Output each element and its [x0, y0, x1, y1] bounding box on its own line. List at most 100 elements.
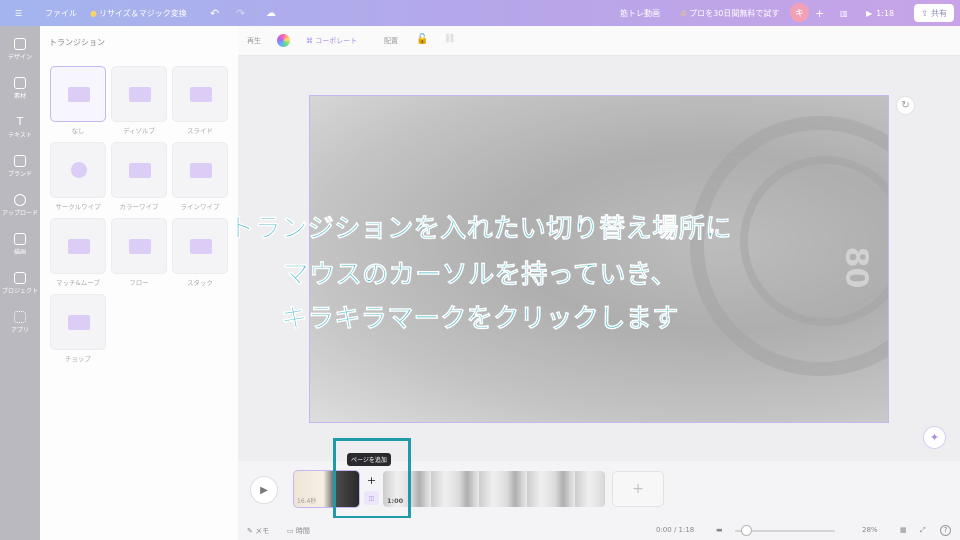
panel-title: トランジション: [49, 38, 105, 47]
left-rail: デザイン 素材 T テキスト ブランド アップロード 描画 プロジェクト アプリ: [0, 26, 40, 540]
clip-duration: 16.4秒: [297, 498, 317, 505]
design-icon: [14, 38, 26, 50]
transition-preview-icon: [68, 87, 90, 102]
transition-tile-none[interactable]: [50, 66, 106, 122]
present-button[interactable]: ▶ 1:18: [866, 0, 894, 26]
transition-tile-flow[interactable]: [111, 218, 167, 274]
magic-sparkle-icon[interactable]: ✦: [923, 426, 946, 449]
upload-icon: [14, 194, 26, 206]
transition-label: スライド: [187, 127, 213, 135]
zoom-slider-handle[interactable]: [741, 525, 752, 536]
rail-item-text[interactable]: T テキスト: [0, 115, 40, 140]
transition-tile-line-wipe[interactable]: [172, 142, 228, 198]
resize-button[interactable]: ● リサイズ＆マジック変換: [90, 0, 187, 26]
transition-label: サークルワイプ: [55, 203, 101, 211]
crown-icon: ♔: [680, 8, 688, 18]
rail-item-draw[interactable]: 描画: [0, 233, 40, 256]
rail-label: ブランド: [7, 171, 32, 178]
rail-label: プロジェクト: [1, 288, 38, 295]
transition-tile-circle-wipe[interactable]: [50, 142, 106, 198]
menu-icon[interactable]: ☰: [15, 0, 22, 26]
rail-item-apps[interactable]: アプリ: [0, 311, 40, 334]
add-member-button[interactable]: +: [815, 0, 824, 26]
share-label: 共有: [931, 8, 947, 18]
position-button[interactable]: 配置: [384, 36, 398, 46]
transition-preview-icon: [68, 315, 90, 330]
link-icon[interactable]: ⛓: [444, 34, 455, 44]
draw-icon: [14, 233, 26, 245]
zoom-level: 28%: [862, 526, 878, 534]
color-wheel-icon[interactable]: [277, 34, 290, 47]
transition-label: マッチ&ムーブ: [56, 279, 100, 287]
file-menu[interactable]: ファイル: [45, 0, 77, 26]
transition-preview-icon: [129, 87, 151, 102]
rail-item-upload[interactable]: アップロード: [0, 194, 40, 217]
play-icon: ▶: [866, 8, 873, 18]
rail-item-design[interactable]: デザイン: [0, 38, 40, 61]
duration-button[interactable]: ▭ 時間: [287, 526, 310, 536]
cloud-save-icon[interactable]: ☁: [266, 0, 276, 26]
rail-item-elements[interactable]: 素材: [0, 77, 40, 100]
transition-label: チョップ: [65, 355, 91, 363]
timeline-clip[interactable]: [383, 471, 605, 507]
design-title[interactable]: 筋トレ動画: [620, 0, 660, 26]
refresh-icon[interactable]: ↻: [896, 96, 915, 115]
link-icon: ⌘: [306, 37, 316, 45]
notes-icon: ✎: [247, 527, 256, 535]
share-icon: ⇪: [921, 8, 928, 18]
resize-label: リサイズ＆マジック変換: [98, 8, 187, 18]
caption-line-1: トランジションを入れたい切り替え場所に: [228, 214, 732, 245]
transition-label: ディゾルブ: [122, 127, 156, 135]
transition-label: なし: [71, 127, 85, 135]
avatar[interactable]: キ: [790, 3, 809, 22]
try-pro-label: プロを30日間無料で試す: [689, 8, 780, 18]
duration-label: 時間: [295, 527, 310, 535]
present-time: 1:18: [876, 8, 895, 18]
undo-icon[interactable]: ↶: [210, 0, 219, 26]
playback-time: 0:00 / 1:18: [656, 526, 695, 534]
apps-icon: [14, 311, 26, 323]
top-bar: ☰ ファイル ● リサイズ＆マジック変換 ↶ ↷ ☁ 筋トレ動画 ♔ プロを30…: [0, 0, 960, 26]
share-button[interactable]: ⇪ 共有: [914, 4, 954, 22]
zoom-out-icon[interactable]: ▬: [716, 526, 723, 534]
transition-preview-icon: [190, 163, 212, 178]
insights-icon[interactable]: ▥: [840, 0, 848, 26]
transition-preview-icon: [129, 239, 151, 254]
notes-label: メモ: [255, 527, 270, 535]
timeline-play-icon[interactable]: ▶: [250, 476, 278, 504]
rail-label: テキスト: [8, 132, 32, 139]
rail-label: アップロード: [1, 210, 38, 217]
transition-preview-icon: [190, 87, 212, 102]
clock-icon: ▭: [287, 527, 296, 535]
transition-tile-match-move[interactable]: [50, 218, 106, 274]
bottom-bar: [238, 518, 960, 540]
transition-preview-icon: [129, 163, 151, 178]
help-icon[interactable]: ?: [940, 525, 951, 536]
caption-line-2: マウスのカーソルを持っていき、: [282, 260, 678, 291]
transition-tile-chop[interactable]: [50, 294, 106, 350]
notes-button[interactable]: ✎ メモ: [247, 526, 269, 536]
text-icon: T: [16, 115, 24, 128]
transition-tile-slide[interactable]: [172, 66, 228, 122]
grid-view-icon[interactable]: ▦: [900, 526, 907, 534]
collaborate-button[interactable]: ⌘ コーポレート: [306, 36, 357, 46]
rail-label: アプリ: [10, 327, 29, 334]
transition-tile-dissolve[interactable]: [111, 66, 167, 122]
brand-icon: [14, 155, 26, 167]
transition-preview-icon: [68, 239, 90, 254]
rail-item-projects[interactable]: プロジェクト: [0, 272, 40, 295]
fullscreen-icon[interactable]: ⤢: [920, 526, 926, 535]
add-clip-button[interactable]: +: [612, 471, 664, 507]
redo-icon[interactable]: ↷: [236, 0, 245, 26]
rail-label: 描画: [13, 249, 26, 256]
playback-button[interactable]: 再生: [247, 36, 261, 46]
rail-label: デザイン: [7, 54, 32, 61]
try-pro-button[interactable]: ♔ プロを30日間無料で試す: [680, 0, 779, 26]
lock-icon[interactable]: 🔓: [416, 34, 428, 45]
rail-label: 素材: [13, 93, 26, 100]
elements-icon: [14, 77, 26, 89]
transition-tile-color-wipe[interactable]: [111, 142, 167, 198]
rail-item-brand[interactable]: ブランド: [0, 155, 40, 178]
caption-line-3: キラキラマークをクリックします: [281, 304, 679, 335]
folder-icon: [14, 272, 26, 284]
